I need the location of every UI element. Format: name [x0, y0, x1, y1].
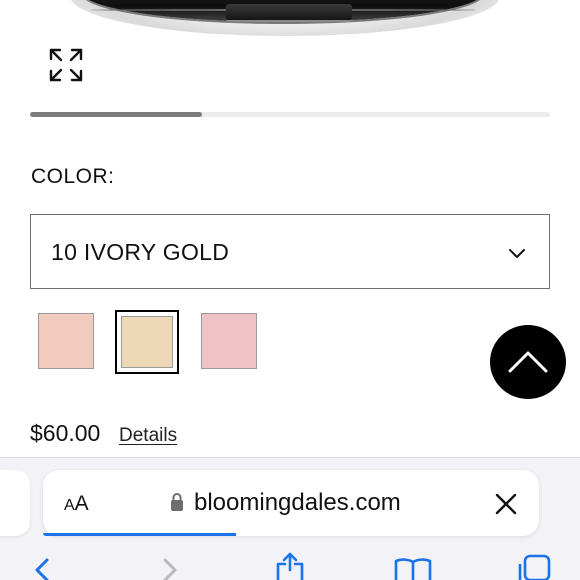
color-label: COLOR: — [31, 165, 115, 188]
swatch-2-color — [121, 316, 173, 368]
product-image[interactable] — [0, 0, 580, 40]
reader-large-a: A — [74, 492, 89, 515]
back-icon[interactable] — [32, 556, 52, 580]
chevron-down-icon — [509, 249, 525, 258]
swatch-3[interactable] — [201, 313, 257, 369]
price: $60.00 — [30, 420, 101, 446]
page-load-progress — [43, 533, 237, 536]
bookmarks-icon[interactable] — [394, 558, 432, 580]
image-carousel-progress-fill — [30, 112, 202, 117]
tabs-icon[interactable] — [516, 554, 552, 580]
expand-icon[interactable] — [48, 47, 84, 83]
compact-clasp — [226, 4, 352, 22]
swatch-2-selected[interactable] — [115, 310, 179, 374]
swatch-1[interactable] — [38, 313, 94, 369]
chevron-up-icon — [508, 351, 548, 373]
color-select[interactable]: 10 IVORY GOLD — [30, 214, 550, 289]
previous-tab-card[interactable] — [0, 470, 30, 536]
forward-icon[interactable] — [160, 556, 180, 580]
close-icon[interactable] — [495, 493, 517, 515]
color-select-value: 10 IVORY GOLD — [51, 239, 230, 265]
reader-mode-button[interactable]: AA — [64, 492, 89, 516]
swatch-3-color — [202, 314, 256, 368]
lock-icon — [171, 493, 183, 511]
details-link[interactable]: Details — [119, 425, 177, 447]
image-carousel-progress — [30, 112, 550, 117]
swatch-1-color — [39, 314, 93, 368]
url-text[interactable]: bloomingdales.com — [194, 489, 401, 517]
reader-small-a: A — [64, 497, 75, 514]
scroll-to-top-button[interactable] — [490, 325, 566, 399]
share-icon[interactable] — [274, 552, 306, 580]
